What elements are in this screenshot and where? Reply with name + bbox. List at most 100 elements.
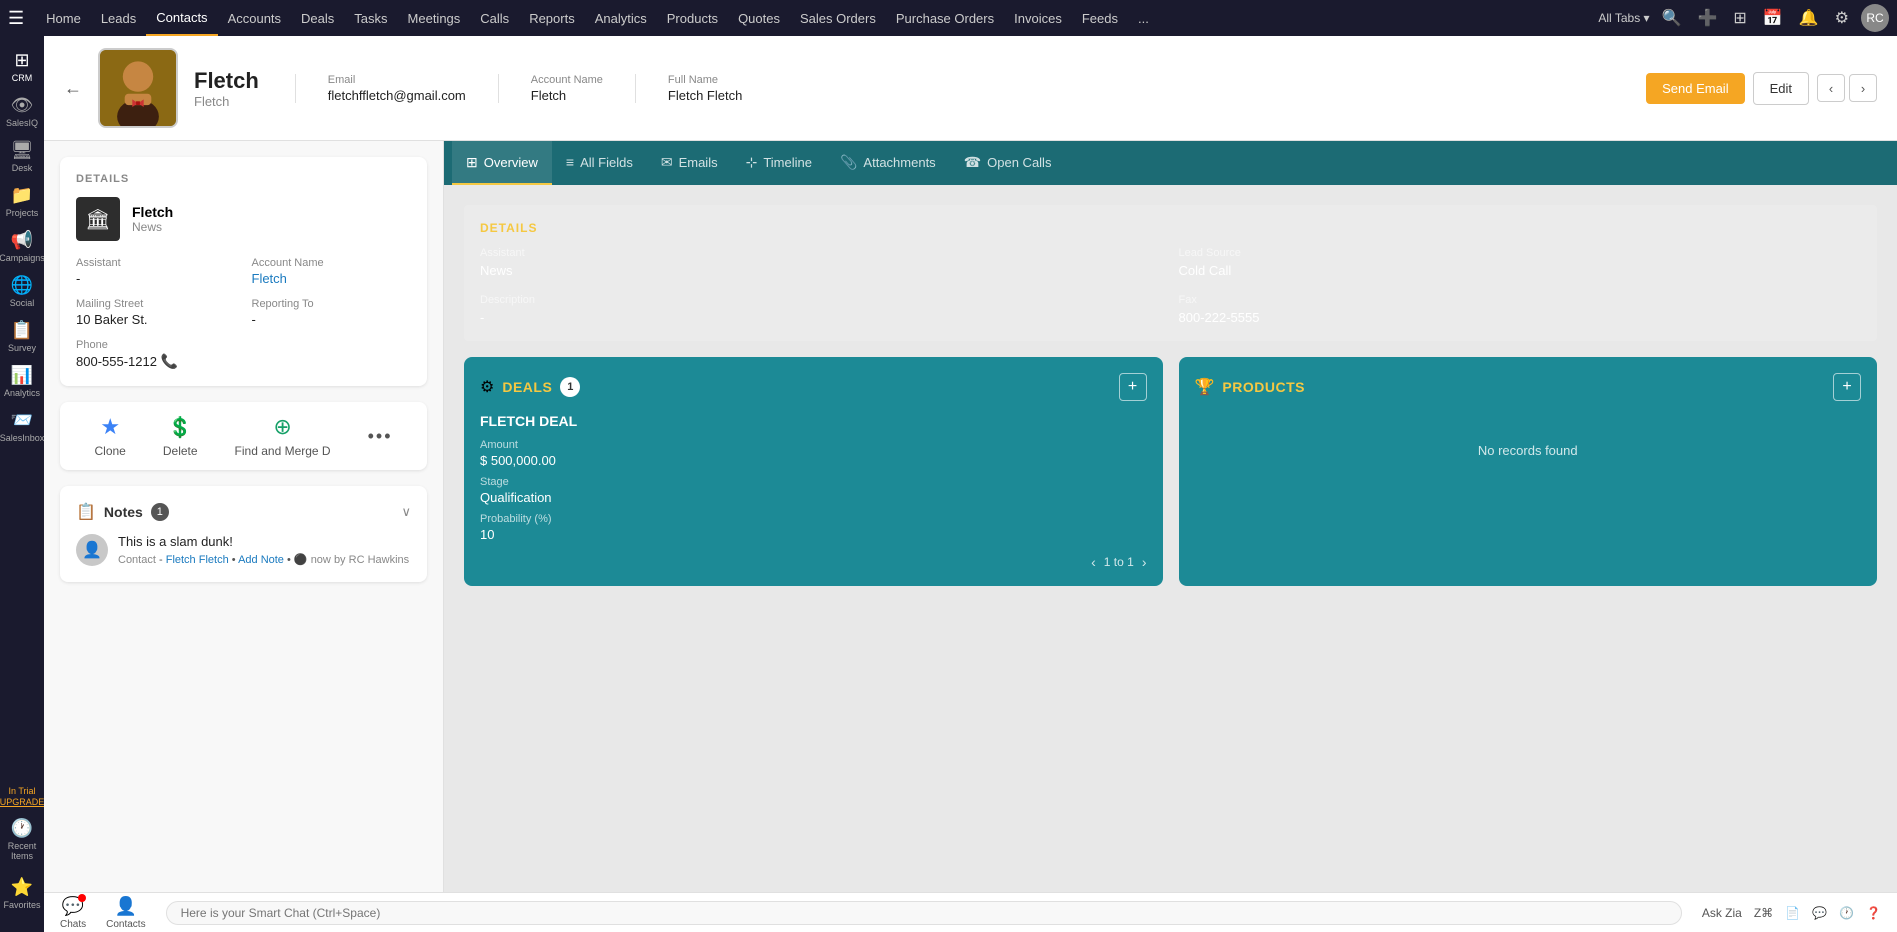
deals-title-row: ⚙ DEALS 1 [480,377,580,397]
sidebar-item-salesiq[interactable]: 👁SalesIQ [2,89,42,134]
tab-overview[interactable]: ⊞Overview [452,141,552,185]
tab-timeline[interactable]: ⊹Timeline [732,141,826,185]
right-field-lead-source: Lead Source Cold Call [1179,247,1862,278]
nav-item-accounts[interactable]: Accounts [218,0,291,36]
contact-name: Fletch [194,68,259,94]
delete-button[interactable]: 💲 Delete [163,415,198,458]
chats-button[interactable]: 💬 Chats [60,896,86,930]
back-button[interactable]: ← [64,78,82,99]
clock-icon[interactable]: 🕐 [1839,906,1854,920]
send-email-button[interactable]: Send Email [1646,73,1744,104]
tab-attachments[interactable]: 📎Attachments [826,141,950,185]
contact-header-fields: Email fletchffletch@gmail.com Account Na… [295,74,1630,103]
left-sidebar: ⊞CRM👁SalesIQ🖥Desk📁Projects📢Campaigns🌐Soc… [0,36,44,932]
nav-item-calls[interactable]: Calls [470,0,519,36]
nav-item-meetings[interactable]: Meetings [398,0,471,36]
bell-icon[interactable]: 🔔 [1795,6,1823,30]
edit-button[interactable]: Edit [1753,72,1809,105]
search-icon[interactable]: 🔍 [1658,6,1686,30]
note-contact-link[interactable]: Fletch Fletch [166,554,229,566]
deals-prev-button[interactable]: ‹ [1091,554,1096,570]
upgrade-link[interactable]: UPGRADE [0,797,44,808]
right-panel: ⊞Overview≡All Fields✉Emails⊹Timeline📎Att… [444,141,1897,892]
all-tabs-dropdown[interactable]: All Tabs ▾ [1598,11,1649,25]
ask-zia-button[interactable]: Ask Zia [1702,906,1742,920]
notes-header: 📋 Notes 1 ∨ [76,502,411,522]
sidebar-icon-1: 👁 [11,95,34,116]
nav-item-feeds[interactable]: Feeds [1072,0,1128,36]
deals-card-header: ⚙ DEALS 1 + [480,373,1147,401]
nav-item-quotes[interactable]: Quotes [728,0,790,36]
apps-icon[interactable]: ⊞ [1729,6,1750,30]
nav-item-contacts[interactable]: Contacts [146,0,217,36]
menu-icon[interactable]: ☰ [8,8,24,29]
document-icon[interactable]: 📄 [1785,906,1800,920]
right-details-section: DETAILS Assistant News Lead Source Cold … [464,205,1877,341]
sidebar-item-desk[interactable]: 🖥Desk [2,134,42,179]
sidebar-icon-6: 📋 [11,320,33,341]
sidebar-item-recent[interactable]: 🕐 Recent Items [2,812,42,867]
field-reporting-to: Reporting To - [252,298,412,327]
account-row: 🏛 Fletch News [76,197,411,241]
sidebar-item-social[interactable]: 🌐Social [2,269,42,314]
contact-avatar [98,48,178,128]
prev-contact-button[interactable]: ‹ [1817,74,1845,102]
cards-row: ⚙ DEALS 1 + FLETCH DEAL Amount $ 500,000… [464,357,1877,586]
sidebar-item-projects[interactable]: 📁Projects [2,179,42,224]
note-text: This is a slam dunk! [118,534,409,549]
nav-item-leads[interactable]: Leads [91,0,146,36]
sidebar-item-campaigns[interactable]: 📢Campaigns [2,224,42,269]
sidebar-item-survey[interactable]: 📋Survey [2,314,42,359]
chat-icon: 💬 [62,896,84,917]
account-type: News [132,220,173,234]
nav-item-reports[interactable]: Reports [519,0,585,36]
nav-item-...[interactable]: ... [1128,0,1159,36]
contacts-button[interactable]: 👤 Contacts [106,896,145,930]
nav-item-deals[interactable]: Deals [291,0,344,36]
nav-item-invoices[interactable]: Invoices [1004,0,1072,36]
nav-item-purchase-orders[interactable]: Purchase Orders [886,0,1004,36]
nav-item-tasks[interactable]: Tasks [344,0,397,36]
header-email-field: Email fletchffletch@gmail.com [328,74,466,103]
next-contact-button[interactable]: › [1849,74,1877,102]
calendar-icon[interactable]: 📅 [1759,6,1787,30]
sidebar-item-analytics[interactable]: 📊Analytics [2,359,42,404]
tab-all-fields[interactable]: ≡All Fields [552,141,647,185]
nav-item-home[interactable]: Home [36,0,91,36]
find-merge-button[interactable]: ⊕ Find and Merge D [235,414,331,458]
account-icon: 🏛 [76,197,120,241]
tab-emails[interactable]: ✉Emails [647,141,732,185]
products-add-button[interactable]: + [1833,373,1861,401]
details-field-grid: Assistant - Account Name Fletch Mailing … [76,257,411,370]
zia-shortcut: Z⌘ [1754,906,1773,920]
contacts-icon: 👤 [115,896,137,917]
clone-button[interactable]: ★ Clone [95,414,126,458]
action-row: ★ Clone 💲 Delete ⊕ Find and Merge D ••• [60,402,427,470]
settings-icon[interactable]: ⚙ [1831,6,1853,30]
deals-pagination: ‹ 1 to 1 › [480,554,1147,570]
sidebar-item-salesinbox[interactable]: 📨SalesInbox [2,404,42,449]
sidebar-item-favorites[interactable]: ⭐ Favorites [2,871,42,916]
chat-bubble-icon[interactable]: 💬 [1812,906,1827,920]
products-icon: 🏆 [1195,377,1215,397]
note-meta: Contact - Fletch Fletch • Add Note • ⚫ n… [118,553,409,566]
user-avatar[interactable]: RC [1861,4,1889,32]
more-button[interactable]: ••• [368,426,393,447]
add-icon[interactable]: ➕ [1693,6,1721,30]
tab-open-calls[interactable]: ☎Open Calls [950,141,1066,185]
sidebar-icon-2: 🖥 [11,140,34,161]
nav-item-sales-orders[interactable]: Sales Orders [790,0,886,36]
deals-next-button[interactable]: › [1142,554,1147,570]
smart-chat-input[interactable] [166,901,1682,925]
nav-item-products[interactable]: Products [657,0,728,36]
note-dot-icon: ⚫ [294,554,308,566]
deals-add-button[interactable]: + [1119,373,1147,401]
right-details-title: DETAILS [480,221,1861,235]
help-icon[interactable]: ❓ [1866,906,1881,920]
nav-item-analytics[interactable]: Analytics [585,0,657,36]
header-actions: Send Email Edit ‹ › [1646,72,1877,105]
sidebar-item-crm[interactable]: ⊞CRM [2,44,42,89]
add-note-link[interactable]: Add Note [238,554,284,566]
right-field-description: Description - [480,294,1163,325]
notes-chevron-icon[interactable]: ∨ [401,504,411,520]
